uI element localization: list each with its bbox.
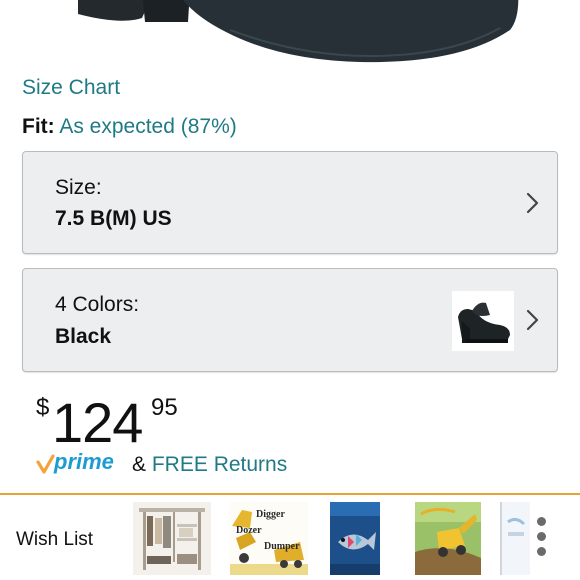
- price-currency: $: [36, 394, 50, 421]
- price-whole: 124: [52, 391, 143, 454]
- wishlist-item-partial[interactable]: [500, 502, 530, 575]
- fit-label: Fit:: [22, 115, 55, 138]
- returns-connector: &: [132, 453, 147, 476]
- wish-list-label[interactable]: Wish List: [16, 529, 93, 551]
- more-options-icon[interactable]: [531, 515, 555, 557]
- size-selector-label: Size:: [55, 176, 102, 199]
- wishlist-item-closet-organizer[interactable]: [133, 502, 211, 575]
- chevron-right-icon: [526, 309, 539, 331]
- bottom-bar: Wish List Digger Dozer Dumper: [0, 495, 580, 580]
- chevron-right-icon: [526, 192, 539, 214]
- color-selector[interactable]: 4 Colors: Black: [22, 268, 558, 372]
- book-title-word: Dumper: [264, 541, 300, 552]
- prime-label: prime: [54, 449, 114, 474]
- product-image[interactable]: [0, 0, 580, 70]
- fit-info: Fit: As expected (87%): [22, 115, 237, 139]
- color-swatch-image: [452, 291, 514, 351]
- book-title-word: Dozer: [236, 525, 262, 536]
- free-returns-link[interactable]: FREE Returns: [152, 453, 287, 476]
- free-returns[interactable]: & FREE Returns: [132, 453, 287, 477]
- size-selector-value: 7.5 B(M) US: [55, 207, 172, 230]
- book-title-word: Digger: [256, 509, 285, 520]
- wishlist-item-construction-book[interactable]: [415, 502, 493, 575]
- size-chart-link[interactable]: Size Chart: [22, 76, 120, 100]
- wishlist-item-digger-dozer-dumper[interactable]: Digger Dozer Dumper: [230, 502, 308, 575]
- fit-value-link[interactable]: As expected (87%): [59, 115, 236, 138]
- size-selector[interactable]: Size: 7.5 B(M) US: [22, 151, 558, 254]
- color-selector-label: 4 Colors:: [55, 293, 140, 316]
- color-selector-value: Black: [55, 325, 112, 348]
- price-cents: 95: [151, 394, 178, 421]
- wishlist-item-rainbow-fish[interactable]: [330, 502, 408, 575]
